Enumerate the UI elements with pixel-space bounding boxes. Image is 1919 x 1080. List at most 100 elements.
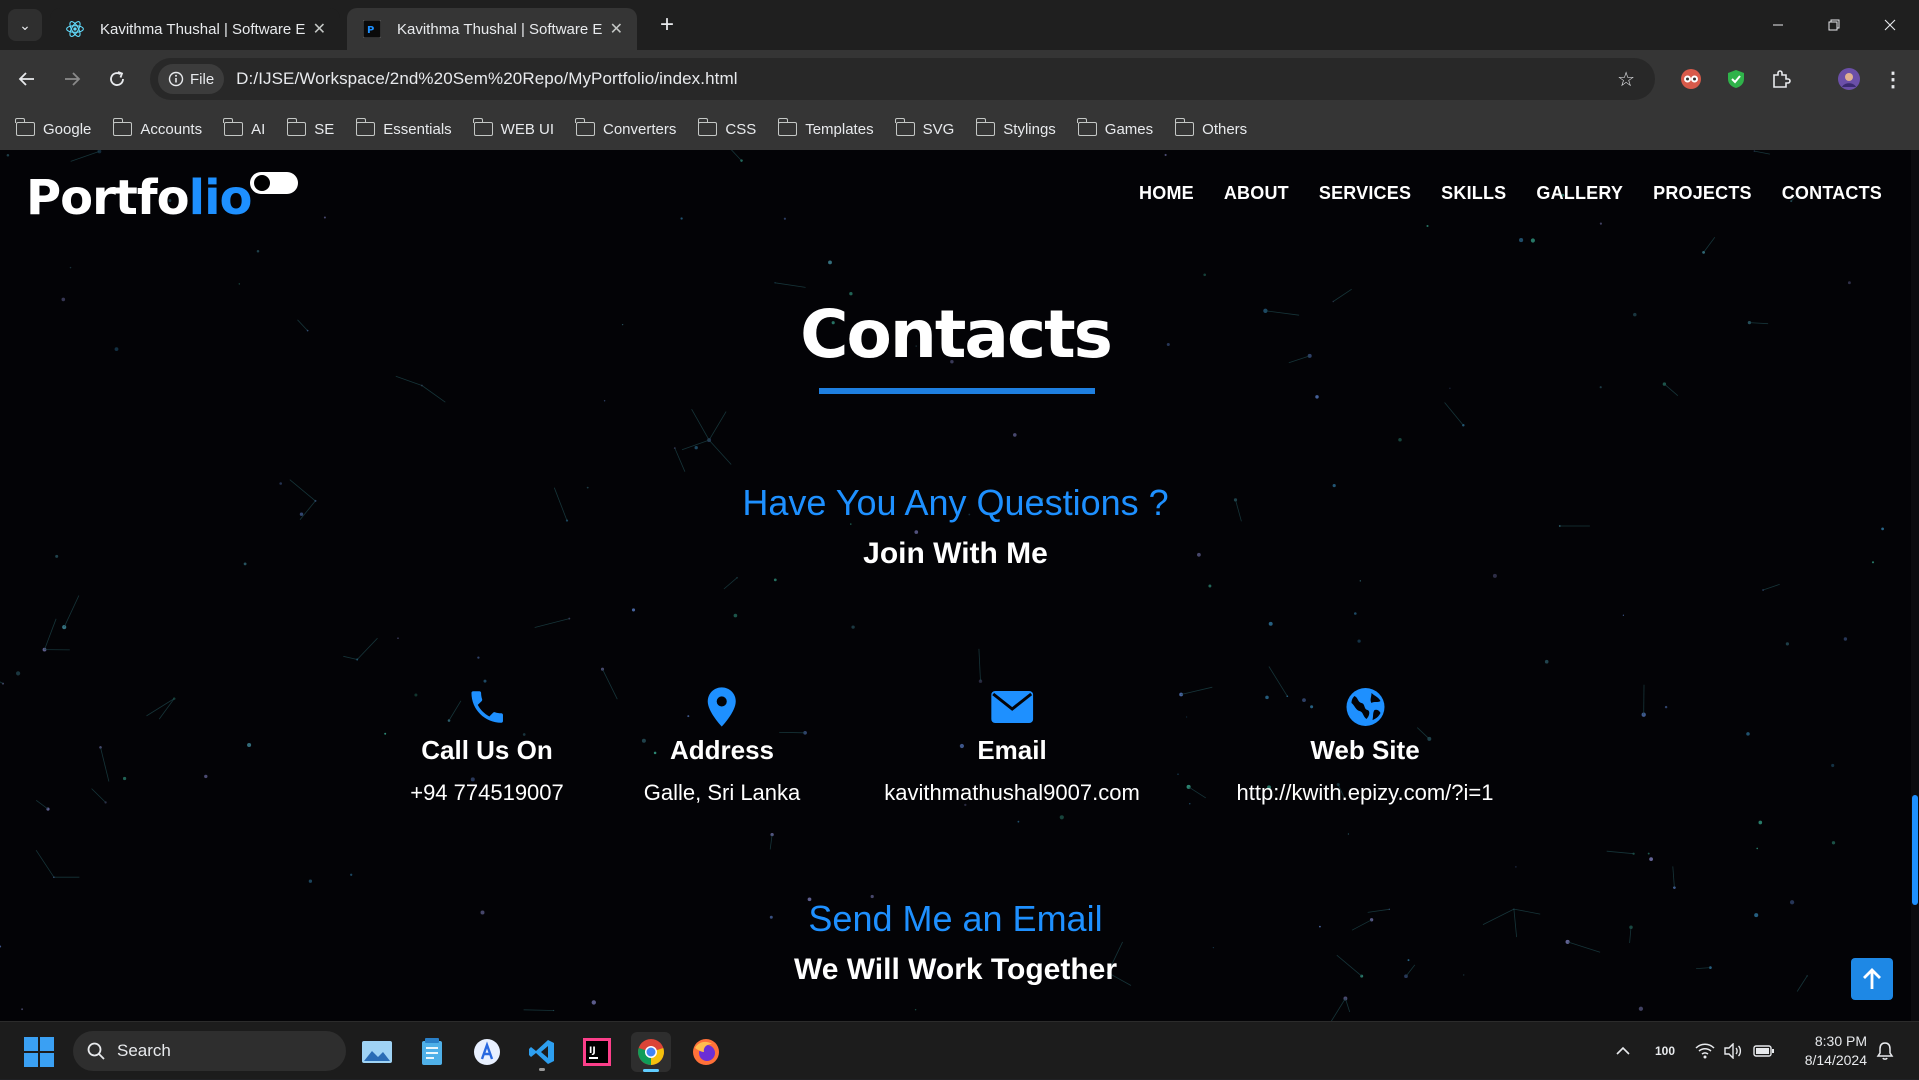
bookmark-accounts[interactable]: Accounts [113,121,202,138]
bookmark-stylings[interactable]: Stylings [976,121,1056,138]
search-icon [87,1042,105,1060]
folder-icon [474,122,493,136]
address-bar[interactable]: File D:/IJSE/Workspace/2nd%20Sem%20Repo/… [150,58,1655,100]
taskbar-notepad-app[interactable] [412,1032,452,1072]
contact-value[interactable]: +94 774519007 [410,780,564,806]
reload-button[interactable] [102,64,132,94]
site-info-chip[interactable]: File [158,64,224,94]
forward-button[interactable] [57,64,87,94]
constellation-line [675,448,685,472]
contact-value[interactable]: kavithmathushal9007.com [884,780,1140,806]
logo-main-text: Portfo [26,170,189,226]
new-tab-button[interactable]: + [652,10,682,40]
constellation-line [709,440,731,464]
page-scrollbar[interactable] [1911,150,1919,1021]
scroll-to-top-button[interactable] [1851,958,1893,1000]
star-dot [7,154,10,157]
nav-about[interactable]: ABOUT [1224,183,1289,204]
browser-tab-bar: ⌄ Kavithma Thushal | Software Engineer ✕… [0,0,1919,50]
browser-menu-button[interactable]: ⋮ [1878,64,1908,94]
extension-eyes-icon[interactable] [1676,64,1706,94]
start-logo-tile [24,1053,38,1067]
bookmark-google[interactable]: Google [16,121,91,138]
star-dot [1600,223,1602,225]
bookmark-others[interactable]: Others [1175,121,1247,138]
restore-button[interactable] [1806,0,1862,50]
extensions-puzzle-icon[interactable] [1766,64,1796,94]
taskbar-firefox-app[interactable] [686,1032,726,1072]
constellation-line [0,674,3,684]
site-logo[interactable]: Portfolio [26,170,252,226]
bookmark-web-ui[interactable]: WEB UI [474,121,554,138]
constellation-line [979,649,981,681]
battery-icon[interactable] [1753,1022,1775,1080]
nav-projects[interactable]: PROJECTS [1653,183,1752,204]
browser-tab-2[interactable]: P Kavithma Thushal | Software Engineer ✕ [347,8,637,50]
constellation-line [692,409,710,440]
nav-contacts[interactable]: CONTACTS [1782,183,1882,204]
windows-start-button[interactable] [24,1037,54,1067]
contact-email: Email kavithmathushal9007.com [884,685,1140,806]
taskbar-vscode-app[interactable] [522,1032,562,1072]
star-dot [1515,866,1516,867]
close-tab-icon[interactable]: ✕ [313,19,326,39]
taskbar-app-store[interactable] [467,1032,507,1072]
notifications-bell-icon[interactable] [1876,1022,1894,1080]
taskbar-clock[interactable]: 8:30 PM 8/14/2024 [1805,1032,1867,1070]
constellation-line [724,578,737,589]
star-dot [592,1000,596,1004]
bookmark-converters[interactable]: Converters [576,121,676,138]
star-dot [1177,773,1179,775]
tray-battery-percent[interactable]: 100 [1655,1022,1675,1080]
star-dot [632,608,635,611]
nav-gallery[interactable]: GALLERY [1536,183,1623,204]
nav-services[interactable]: SERVICES [1319,183,1411,204]
bookmark-games[interactable]: Games [1078,121,1153,138]
star-dot [1449,388,1450,389]
folder-icon [356,122,375,136]
bookmark-ai[interactable]: AI [224,121,265,138]
extension-shield-icon[interactable] [1721,64,1751,94]
constellation-line [1664,384,1677,396]
folder-icon [1175,122,1194,136]
constellation-line [396,376,422,385]
star-dot [849,292,852,295]
star-dot [1519,238,1523,242]
volume-icon[interactable] [1723,1022,1743,1080]
profile-avatar[interactable] [1834,64,1864,94]
browser-tab-1[interactable]: Kavithma Thushal | Software Engineer ✕ [50,8,340,50]
star-dot [123,777,126,780]
chevron-up-icon [1615,1046,1631,1056]
back-button[interactable] [12,64,42,94]
browser-toolbar: File D:/IJSE/Workspace/2nd%20Sem%20Repo/… [0,50,1919,108]
url-text[interactable]: D:/IJSE/Workspace/2nd%20Sem%20Repo/MyPor… [236,69,737,89]
taskbar-chrome-app[interactable] [631,1032,671,1072]
bookmark-templates[interactable]: Templates [778,121,873,138]
bookmark-essentials[interactable]: Essentials [356,121,451,138]
constellation-line [343,656,357,659]
bookmark-css[interactable]: CSS [698,121,756,138]
taskbar-photos-app[interactable] [357,1032,397,1072]
close-tab-icon[interactable]: ✕ [610,19,623,39]
scrollbar-thumb[interactable] [1912,795,1918,905]
nav-home[interactable]: HOME [1139,183,1194,204]
contact-label: Address [644,735,801,766]
bookmark-svg[interactable]: SVG [896,121,955,138]
bookmark-star-icon[interactable]: ☆ [1617,67,1635,92]
nav-skills[interactable]: SKILLS [1441,183,1506,204]
star-dot [1493,574,1497,578]
windows-taskbar: Search IJ 100 8:30 PM 8/14/2024 [0,1021,1919,1079]
chrome-icon [637,1038,665,1066]
close-window-button[interactable] [1862,0,1918,50]
tray-overflow-button[interactable] [1615,1022,1631,1080]
bookmark-se[interactable]: SE [287,121,334,138]
tab-search-button[interactable]: ⌄ [8,9,42,41]
minimize-button[interactable] [1750,0,1806,50]
contact-value[interactable]: http://kwith.epizy.com/?i=1 [1237,780,1494,806]
close-icon [1884,19,1896,31]
app-store-icon [473,1038,501,1066]
taskbar-search[interactable]: Search [73,1031,346,1071]
theme-toggle[interactable] [250,172,298,194]
wifi-icon[interactable] [1695,1022,1715,1080]
taskbar-intellij-app[interactable]: IJ [577,1032,617,1072]
